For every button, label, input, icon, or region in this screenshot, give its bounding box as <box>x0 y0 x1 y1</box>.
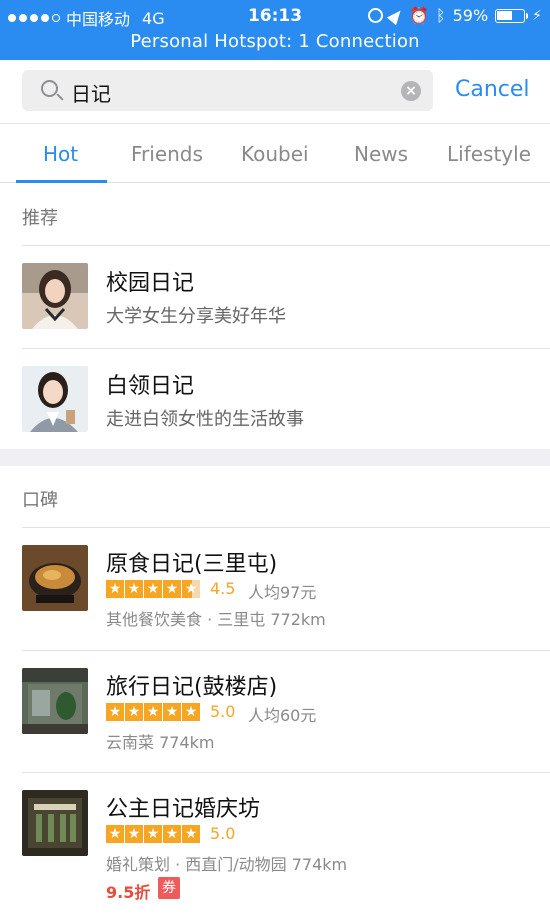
item-title: 原食日记(三里屯) <box>106 552 278 577</box>
section-header-koubei: 口碑 <box>0 466 550 528</box>
tab-news[interactable]: News <box>354 142 408 166</box>
star-icon: ★ <box>125 580 143 598</box>
tab-hot[interactable]: Hot <box>43 142 78 166</box>
cancel-button[interactable]: Cancel <box>455 77 530 102</box>
star-rating: ★ ★ ★ ★ ★ <box>106 703 200 721</box>
star-icon: ★ <box>163 580 181 598</box>
star-icon: ★ <box>125 703 143 721</box>
star-icon: ★ <box>106 703 124 721</box>
star-rating: ★ ★ ★ ★ ★ <box>106 825 200 843</box>
star-icon: ★ <box>182 825 200 843</box>
search-query[interactable]: 日记 <box>71 78 111 107</box>
star-icon: ★ <box>125 825 143 843</box>
item-subtitle: 大学女生分享美好年华 <box>106 306 286 327</box>
tab-active-indicator <box>16 180 107 183</box>
item-title: 校园日记 <box>106 271 195 296</box>
rotation-lock-icon <box>368 8 384 23</box>
list-item[interactable]: 公主日记婚庆坊 ★ ★ ★ ★ ★ 5.0 婚礼策划 · 西直门/动物园 774… <box>0 773 550 915</box>
search-input[interactable]: 日记 × <box>22 70 433 111</box>
battery-icon <box>495 8 529 23</box>
star-icon: ★ <box>144 703 162 721</box>
tab-lifestyle[interactable]: Lifestyle <box>447 142 531 166</box>
tab-friends[interactable]: Friends <box>131 142 203 166</box>
star-icon: ★ <box>163 825 181 843</box>
thumbnail-image <box>22 790 88 856</box>
charging-bolt-icon: ⚡ <box>532 7 542 24</box>
item-title: 白领日记 <box>106 374 195 399</box>
rating-value: 5.0 <box>210 702 236 721</box>
item-meta: 其他餐饮美食 · 三里屯 772km <box>106 610 326 629</box>
search-bar: 日记 × Cancel <box>0 60 550 123</box>
item-title: 旅行日记(鼓楼店) <box>106 675 278 700</box>
rating-value: 5.0 <box>210 824 236 843</box>
star-icon: ★ <box>163 703 181 721</box>
star-icon: ★ <box>106 580 124 598</box>
item-meta: 婚礼策划 · 西直门/动物园 774km <box>106 855 348 874</box>
half-star-icon: ★ <box>182 580 200 598</box>
thumbnail-image <box>22 668 88 734</box>
clear-icon[interactable]: × <box>401 81 421 101</box>
section-gap <box>0 449 550 466</box>
section-header-recommended: 推荐 <box>0 184 550 246</box>
rating-value: 4.5 <box>210 579 236 598</box>
section-title: 推荐 <box>22 208 58 229</box>
average-price: 人均97元 <box>248 583 317 602</box>
item-meta: 云南菜 774km <box>106 733 215 752</box>
tab-koubei[interactable]: Koubei <box>241 142 309 166</box>
discount-label: 9.5折 <box>106 883 151 902</box>
item-title: 公主日记婚庆坊 <box>106 797 261 822</box>
list-item[interactable]: 白领日记 走进白领女性的生活故事 <box>0 349 550 449</box>
star-icon: ★ <box>144 580 162 598</box>
location-arrow-icon <box>386 6 406 25</box>
hotspot-banner[interactable]: Personal Hotspot: 1 Connection <box>0 31 550 52</box>
star-icon: ★ <box>144 825 162 843</box>
thumbnail-image <box>22 366 88 432</box>
list-item[interactable]: 原食日记(三里屯) ★ ★ ★ ★ ★ 4.5 人均97元 其他餐饮美食 · 三… <box>0 528 550 650</box>
battery-percent: 59% <box>452 6 489 25</box>
star-icon: ★ <box>106 825 124 843</box>
average-price: 人均60元 <box>248 706 317 725</box>
status-bar: 中国移动 4G 16:13 ⏰ ᛒ 59% ⚡ Personal Hotspot… <box>0 0 550 60</box>
item-subtitle: 走进白领女性的生活故事 <box>106 409 304 430</box>
alarm-icon: ⏰ <box>409 6 429 25</box>
star-rating: ★ ★ ★ ★ ★ <box>106 580 200 598</box>
thumbnail-image <box>22 263 88 329</box>
list-item[interactable]: 旅行日记(鼓楼店) ★ ★ ★ ★ ★ 5.0 人均60元 云南菜 774km <box>0 651 550 772</box>
section-title: 口碑 <box>22 490 58 511</box>
bluetooth-icon: ᛒ <box>435 5 446 25</box>
coupon-badge: 券 <box>158 877 180 899</box>
thumbnail-image <box>22 545 88 611</box>
list-item[interactable]: 校园日记 大学女生分享美好年华 <box>0 246 550 348</box>
star-icon: ★ <box>182 703 200 721</box>
tab-bar: Hot Friends Koubei News Lifestyle <box>0 123 550 183</box>
search-icon <box>41 80 58 97</box>
